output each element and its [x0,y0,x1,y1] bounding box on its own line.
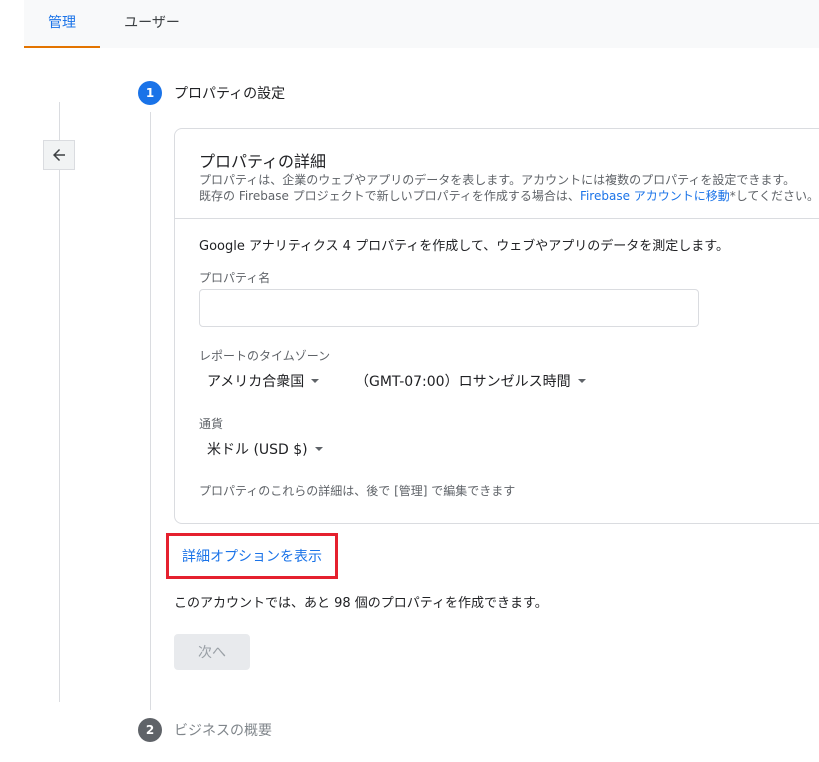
property-details-card: プロパティの詳細 プロパティは、企業のウェブやアプリのデータを表します。アカウン… [174,128,819,524]
step-1-badge: 1 [138,81,162,105]
step-2-title: ビジネスの概要 [174,723,272,739]
currency-dropdown[interactable]: 米ドル (USD $) [207,439,323,459]
timezone-value: （GMT-07:00）ロサンゼルス時間 [355,374,571,390]
step-1-number: 1 [145,86,155,100]
back-button[interactable] [43,140,75,170]
property-name-label: プロパティ名 [199,271,271,285]
left-gutter [0,0,24,762]
country-value: アメリカ合衆国 [207,374,305,390]
tab-admin-label: 管理 [48,15,76,31]
card-footnote: プロパティのこれらの詳細は、後で [管理] で編集できます [199,484,516,498]
card-title: プロパティの詳細 [199,152,327,171]
firebase-account-link[interactable]: Firebase アカウントに移動 [580,189,730,203]
property-quota-text: このアカウントでは、あと 98 個のプロパティを作成できます。 [174,596,548,611]
timezone-label: レポートのタイムゾーン [199,349,331,363]
highlight-box: 詳細オプションを表示 [166,533,338,579]
tab-user[interactable]: ユーザー [100,0,204,48]
step-1-title: プロパティの設定 [174,86,286,102]
page: 管理 ユーザー 1 プロパティの設定 プロパティの詳細 プロパティは、企業のウェ… [0,0,819,762]
caret-down-icon [577,379,586,383]
card-intro-text: Google アナリティクス 4 プロパティを作成して、ウェブやアプリのデータを… [199,239,729,254]
card-description-suffix: *してください。 [729,189,819,203]
card-description-line1: プロパティは、企業のウェブやアプリのデータを表します。アカウントには複数のプロパ… [199,173,796,187]
card-description-line2: 既存の Firebase プロジェクトで新しいプロパティを作成する場合は、Fir… [199,187,819,204]
advanced-options-link[interactable]: 詳細オプションを表示 [182,546,322,566]
currency-value: 米ドル (USD $) [207,442,308,458]
country-dropdown[interactable]: アメリカ合衆国 [207,371,320,391]
caret-down-icon [314,447,323,451]
tab-admin[interactable]: 管理 [24,0,100,48]
left-divider [59,102,60,702]
property-name-input[interactable] [199,289,699,327]
card-header: プロパティの詳細 プロパティは、企業のウェブやアプリのデータを表します。アカウン… [175,129,819,219]
caret-down-icon [311,379,320,383]
card-description-prefix: 既存の Firebase プロジェクトで新しいプロパティを作成する場合は、 [199,189,580,203]
step-2-number: 2 [145,723,155,737]
next-button[interactable]: 次へ [174,634,250,670]
tab-user-label: ユーザー [124,15,180,31]
timezone-dropdown[interactable]: （GMT-07:00）ロサンゼルス時間 [355,371,586,391]
stepper-line [150,112,151,710]
arrow-left-icon [53,149,65,161]
tabs-bar: 管理 ユーザー [24,0,819,48]
currency-label: 通貨 [199,417,224,431]
step-2-badge: 2 [138,718,162,742]
